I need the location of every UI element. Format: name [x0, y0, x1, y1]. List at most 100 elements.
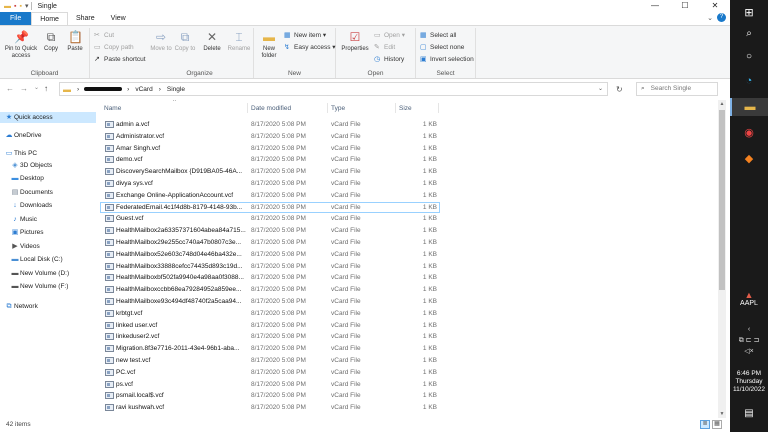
column-header-date[interactable]: Date modified — [251, 105, 291, 112]
nav-item[interactable]: ▬ Local Disk (C:) — [0, 254, 96, 265]
paste-shortcut-button[interactable]: ↗ Paste shortcut — [94, 55, 146, 64]
copy-button[interactable]: ⧉ Copy — [42, 30, 60, 53]
edit-button[interactable]: ✎ Edit — [374, 43, 395, 52]
scroll-down-icon[interactable]: ▼ — [718, 410, 726, 418]
scrollbar-thumb[interactable] — [719, 110, 725, 290]
file-row[interactable]: ps.vcf 8/17/2020 5:08 PM vCard File 1 KB — [100, 379, 440, 390]
file-row[interactable]: new test.vcf 8/17/2020 5:08 PM vCard File 1… — [100, 355, 440, 366]
edge-icon[interactable]: ◔ — [730, 74, 768, 88]
stock-widget[interactable]: ▲ AAPL — [730, 290, 768, 307]
file-row[interactable]: FederatedEmail.4c1f4d8b-8179-4148-93b...… — [100, 201, 440, 213]
invert-selection-button[interactable]: ▣ Invert selection — [420, 55, 474, 64]
move-to-button[interactable]: ⇨ Move to — [150, 30, 172, 53]
nav-item[interactable]: ♪ Music — [0, 214, 96, 225]
nav-item[interactable]: ⧉ Network — [0, 301, 96, 312]
column-divider[interactable] — [438, 103, 439, 113]
column-header-name[interactable]: Name — [104, 105, 121, 112]
minimize-button[interactable]: — — [640, 0, 670, 12]
new-folder-button[interactable]: ▬ New folder — [257, 30, 281, 60]
app-icon[interactable]: ◆ — [730, 152, 768, 166]
file-row[interactable]: admin a.vcf 8/17/2020 5:08 PM vCard File 1 … — [100, 119, 440, 130]
close-button[interactable]: ✕ — [700, 0, 730, 12]
select-none-button[interactable]: ▢ Select none — [420, 43, 464, 52]
search-icon[interactable]: ⌕ — [730, 27, 768, 41]
easy-access-button[interactable]: ↯ Easy access ▾ — [284, 43, 336, 52]
help-icon[interactable]: ? — [717, 13, 726, 22]
file-row[interactable]: HealthMailbox52e603c748d04e46ba432e... 8/… — [100, 249, 440, 260]
maximize-button[interactable]: ☐ — [670, 0, 700, 12]
details-view-icon[interactable]: ≣ — [700, 420, 710, 429]
notification-icon[interactable]: ▤ — [730, 408, 768, 419]
select-all-button[interactable]: ▦ Select all — [420, 31, 456, 40]
file-row[interactable]: krbtgt.vcf 8/17/2020 5:08 PM vCard File 1 K… — [100, 308, 440, 319]
file-row[interactable]: HealthMailboxccbb68ea79284952a859ee... 8/… — [100, 284, 440, 295]
paste-button[interactable]: 📋 Paste — [64, 30, 86, 53]
up-arrow-icon[interactable]: ↑ — [44, 84, 48, 93]
file-row[interactable]: Amar Singh.vcf 8/17/2020 5:08 PM vCard Fil… — [100, 143, 440, 154]
back-arrow-icon[interactable]: ← — [6, 84, 14, 93]
tab-file[interactable]: File — [0, 12, 32, 25]
file-row[interactable]: linked user.vcf 8/17/2020 5:08 PM vCard Fi… — [100, 320, 440, 331]
history-button[interactable]: ◷ History — [374, 55, 404, 64]
file-row[interactable]: HealthMailbox33888cefcc74435d893c19d... 8… — [100, 261, 440, 272]
nav-item[interactable]: ▤ Documents — [0, 187, 96, 198]
column-header-type[interactable]: Type — [331, 105, 345, 112]
breadcrumb-vcard[interactable]: vCard — [135, 86, 152, 93]
cut-button[interactable]: ✂ Cut — [94, 31, 114, 40]
file-row[interactable]: HealthMailbox29e255cc740a47b0807c3e... 8/… — [100, 237, 440, 248]
tab-share[interactable]: Share — [68, 12, 103, 25]
new-folder-icon[interactable]: ▪ — [19, 3, 21, 10]
volume-icon[interactable]: ◁× — [730, 346, 768, 357]
qat-dropdown-icon[interactable]: ▾ — [25, 2, 29, 10]
file-row[interactable]: linkeduser2.vcf 8/17/2020 5:08 PM vCard Fi… — [100, 331, 440, 342]
vertical-scrollbar[interactable]: ▲ ▼ — [718, 100, 726, 418]
open-button[interactable]: ▭ Open ▾ — [374, 31, 405, 40]
rename-button[interactable]: ⌶ Rename — [226, 30, 252, 53]
file-row[interactable]: psmail.local$.vcf 8/17/2020 5:08 PM vCard … — [100, 390, 440, 401]
copy-path-button[interactable]: ▭ Copy path — [94, 43, 134, 52]
new-item-button[interactable]: ▦ New item ▾ — [284, 31, 326, 40]
file-row[interactable]: Guest.vcf 8/17/2020 5:08 PM vCard File 1 KB — [100, 213, 440, 224]
file-row[interactable]: ravi kushwah.vcf 8/17/2020 5:08 PM vCard F… — [100, 402, 440, 413]
file-row[interactable]: HealthMailboxe93c494df48740f2a5caa94... 8… — [100, 296, 440, 307]
nav-item[interactable]: ▬ Desktop — [0, 173, 96, 184]
refresh-icon[interactable]: ↻ — [616, 85, 623, 94]
search-input[interactable]: ⌕ Search Single — [636, 82, 718, 96]
expand-ribbon-icon[interactable]: ⌄ — [707, 14, 713, 22]
pin-quick-access-button[interactable]: 📌 Pin to Quick access — [2, 30, 40, 60]
task-view-icon[interactable]: ○ — [730, 50, 768, 64]
clock[interactable]: 6:46 PM Thursday 11/10/2022 — [730, 370, 768, 394]
tray-expand-icon[interactable]: ‹ — [730, 324, 768, 335]
chrome-icon[interactable]: ◉ — [730, 126, 768, 140]
address-dropdown-icon[interactable]: ⌄ — [598, 85, 603, 92]
breadcrumb-single[interactable]: Single — [167, 86, 185, 93]
nav-item[interactable]: ▶ Videos — [0, 241, 96, 252]
nav-item[interactable]: ▬ New Volume (D:) — [0, 268, 96, 279]
nav-item[interactable]: ▭ This PC — [0, 148, 96, 159]
nav-item[interactable]: ☁ OneDrive — [0, 130, 96, 141]
nav-item[interactable]: ↓ Downloads — [0, 200, 96, 211]
file-row[interactable]: DiscoverySearchMailbox {D919BA05-46A... 8… — [100, 166, 440, 177]
delete-button[interactable]: ✕ Delete — [200, 30, 224, 53]
file-explorer-icon[interactable]: ▬ — [730, 98, 768, 116]
file-row[interactable]: HealthMailboxbf502fa9940e4a98aa0f3088...… — [100, 272, 440, 283]
large-icons-view-icon[interactable]: ▦ — [712, 420, 722, 429]
copy-to-button[interactable]: ⧉ Copy to — [174, 30, 196, 53]
forward-arrow-icon[interactable]: → — [20, 84, 28, 93]
file-row[interactable]: divya sys.vcf 8/17/2020 5:08 PM vCard File… — [100, 178, 440, 189]
tab-view[interactable]: View — [103, 12, 134, 25]
recent-locations-icon[interactable]: ⌄ — [34, 84, 39, 91]
scroll-up-icon[interactable]: ▲ — [718, 100, 726, 108]
column-divider[interactable] — [327, 103, 328, 113]
column-divider[interactable] — [247, 103, 248, 113]
properties-icon[interactable]: ▪ — [14, 3, 16, 10]
nav-item[interactable]: ▣ Pictures — [0, 227, 96, 238]
properties-button[interactable]: ☑ Properties — [339, 30, 371, 53]
file-row[interactable]: Migration.8f3e7716-2011-43e4-96b1-aba...… — [100, 343, 440, 354]
windows-start-icon[interactable]: ⊞ — [730, 6, 768, 20]
column-divider[interactable] — [395, 103, 396, 113]
nav-item[interactable]: ▬ New Volume (F:) — [0, 281, 96, 292]
tray-icons[interactable]: ⧉ ⊏ ⊐ — [730, 335, 768, 346]
nav-item[interactable]: ★ Quick access — [0, 112, 96, 123]
nav-item[interactable]: ◈ 3D Objects — [0, 160, 96, 171]
